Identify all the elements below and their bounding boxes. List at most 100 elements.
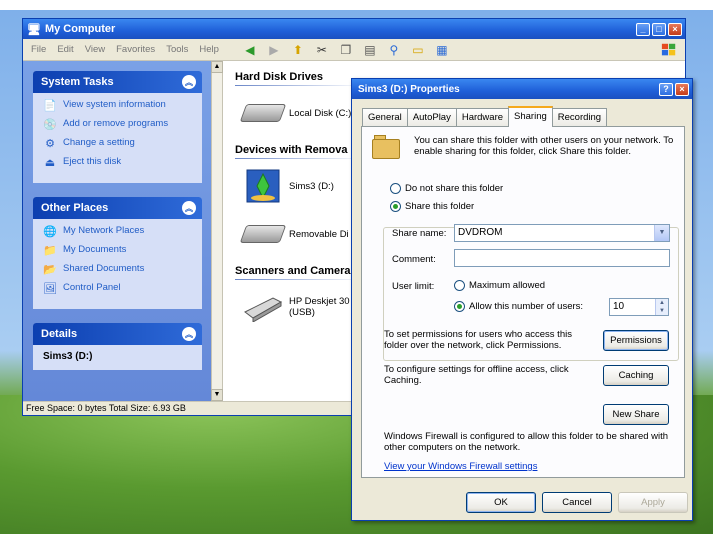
caching-button[interactable]: Caching xyxy=(603,365,669,386)
radio-button[interactable] xyxy=(454,301,465,312)
network-icon: 🌐 xyxy=(43,226,57,238)
tab-general[interactable]: General xyxy=(362,108,408,126)
control-panel-icon: 🖼 xyxy=(43,283,57,295)
forward-icon[interactable]: ▶ xyxy=(266,42,282,58)
sharing-panel: You can share this folder with other use… xyxy=(361,126,685,478)
search-icon[interactable]: ⚲ xyxy=(386,42,402,58)
task-view-system-info[interactable]: 📄 View system information xyxy=(43,99,194,113)
apply-button[interactable]: Apply xyxy=(618,492,688,513)
scrollbar[interactable]: ▲ ▼ xyxy=(211,61,223,401)
paste-icon[interactable]: ▤ xyxy=(362,42,378,58)
place-control-panel[interactable]: 🖼 Control Panel xyxy=(43,282,194,296)
task-change-setting[interactable]: ⚙ Change a setting xyxy=(43,137,194,151)
menu-file[interactable]: File xyxy=(31,44,46,55)
dialog-titlebar[interactable]: Sims3 (D:) Properties ? × xyxy=(352,79,692,99)
tab-autoplay[interactable]: AutoPlay xyxy=(406,108,457,126)
copy-icon[interactable]: ❐ xyxy=(338,42,354,58)
radio-allow-number[interactable]: Allow this number of users: xyxy=(454,301,583,312)
collapse-chevron-icon[interactable]: ︽ xyxy=(182,75,196,89)
dialog-close-button[interactable]: × xyxy=(675,82,689,96)
spin-arrows-icon[interactable]: ▲ ▼ xyxy=(655,299,668,315)
radio-maximum-allowed[interactable]: Maximum allowed xyxy=(454,280,545,291)
ok-button[interactable]: OK xyxy=(466,492,536,513)
tab-strip: General AutoPlay Hardware Sharing Record… xyxy=(362,106,608,127)
tab-recording[interactable]: Recording xyxy=(551,108,608,126)
task-add-remove-programs[interactable]: 💿 Add or remove programs xyxy=(43,118,194,132)
menu-tools[interactable]: Tools xyxy=(166,44,188,55)
place-network[interactable]: 🌐 My Network Places xyxy=(43,225,194,239)
minimize-button[interactable]: _ xyxy=(636,22,650,36)
tab-sharing[interactable]: Sharing xyxy=(508,106,553,127)
dialog-title: Sims3 (D:) Properties xyxy=(358,83,460,95)
properties-dialog: Sims3 (D:) Properties ? × General AutoPl… xyxy=(351,78,693,521)
details-value: Sims3 (D:) xyxy=(43,351,93,362)
collapse-chevron-icon[interactable]: ︽ xyxy=(182,201,196,215)
firewall-text: Windows Firewall is configured to allow … xyxy=(384,431,669,453)
comment-label: Comment: xyxy=(392,254,436,265)
folders-icon[interactable]: ▭ xyxy=(410,42,426,58)
computer-icon: 🖥 xyxy=(27,23,41,36)
task-label: Change a setting xyxy=(63,137,135,148)
my-computer-titlebar[interactable]: 🖥 My Computer _ □ × xyxy=(23,19,685,39)
menu-help[interactable]: Help xyxy=(199,44,219,55)
window-title: My Computer xyxy=(44,23,116,35)
menu-bar: File Edit View Favorites Tools Help ◀ ▶ … xyxy=(23,39,685,61)
scroll-up-arrow-icon[interactable]: ▲ xyxy=(211,61,223,73)
shared-folder-icon: 📂 xyxy=(43,264,57,276)
firewall-settings-link[interactable]: View your Windows Firewall settings xyxy=(384,461,537,472)
menu-view[interactable]: View xyxy=(85,44,105,55)
scroll-down-arrow-icon[interactable]: ▼ xyxy=(211,389,223,401)
radio-button[interactable] xyxy=(390,183,401,194)
help-button[interactable]: ? xyxy=(659,82,673,96)
maximize-button[interactable]: □ xyxy=(652,22,666,36)
task-eject-disk[interactable]: ⏏ Eject this disk xyxy=(43,156,194,170)
panel-title: Details xyxy=(41,328,78,340)
system-tasks-header[interactable]: System Tasks ︽ xyxy=(33,71,202,93)
task-label: Eject this disk xyxy=(63,156,122,167)
cut-icon[interactable]: ✂ xyxy=(314,42,330,58)
radio-label: Share this folder xyxy=(405,201,475,212)
back-icon[interactable]: ◀ xyxy=(242,42,258,58)
place-documents[interactable]: 📁 My Documents xyxy=(43,244,194,258)
permissions-button[interactable]: Permissions xyxy=(603,330,669,351)
task-label: Shared Documents xyxy=(63,263,145,274)
place-shared-documents[interactable]: 📂 Shared Documents xyxy=(43,263,194,277)
sharing-intro-text: You can share this folder with other use… xyxy=(414,135,674,157)
system-tasks-panel: System Tasks ︽ 📄 View system information … xyxy=(33,71,202,183)
cancel-button[interactable]: Cancel xyxy=(542,492,612,513)
share-name-value: DVDROM xyxy=(458,227,503,238)
other-places-header[interactable]: Other Places ︽ xyxy=(33,197,202,219)
radio-share-this[interactable]: Share this folder xyxy=(390,201,474,212)
task-pane: System Tasks ︽ 📄 View system information … xyxy=(23,61,211,401)
radio-button[interactable] xyxy=(390,201,401,212)
user-count-stepper[interactable]: 10 ▲ ▼ xyxy=(609,298,669,316)
tab-hardware[interactable]: Hardware xyxy=(455,108,510,126)
details-panel: Details ︽ Sims3 (D:) xyxy=(33,323,202,370)
radio-button[interactable] xyxy=(454,280,465,291)
info-icon: 📄 xyxy=(43,100,57,112)
chevron-down-icon[interactable]: ▼ xyxy=(654,225,669,241)
details-header[interactable]: Details ︽ xyxy=(33,323,202,345)
radio-do-not-share[interactable]: Do not share this folder xyxy=(390,183,503,194)
menu-edit[interactable]: Edit xyxy=(57,44,73,55)
views-icon[interactable]: ▦ xyxy=(434,42,450,58)
shared-folder-icon xyxy=(372,135,402,159)
user-limit-label: User limit: xyxy=(392,281,435,292)
settings-icon: ⚙ xyxy=(45,138,55,150)
other-places-panel: Other Places ︽ 🌐 My Network Places 📁 My Do… xyxy=(33,197,202,309)
close-button[interactable]: × xyxy=(668,22,682,36)
menu-favorites[interactable]: Favorites xyxy=(116,44,155,55)
scanner-icon xyxy=(239,290,287,324)
up-folder-icon[interactable]: ⬆ xyxy=(290,42,306,58)
drive-label: Sims3 (D:) xyxy=(289,180,334,192)
collapse-chevron-icon[interactable]: ︽ xyxy=(182,327,196,341)
user-count-value: 10 xyxy=(613,301,625,312)
panel-title: System Tasks xyxy=(41,76,114,88)
caching-text: To configure settings for offline access… xyxy=(384,364,569,386)
panel-title: Other Places xyxy=(41,202,109,214)
share-name-dropdown[interactable]: DVDROM ▼ xyxy=(454,224,670,242)
comment-field[interactable] xyxy=(454,249,670,267)
eject-icon: ⏏ xyxy=(44,157,56,169)
task-label: Control Panel xyxy=(63,282,121,293)
new-share-button[interactable]: New Share xyxy=(603,404,669,425)
